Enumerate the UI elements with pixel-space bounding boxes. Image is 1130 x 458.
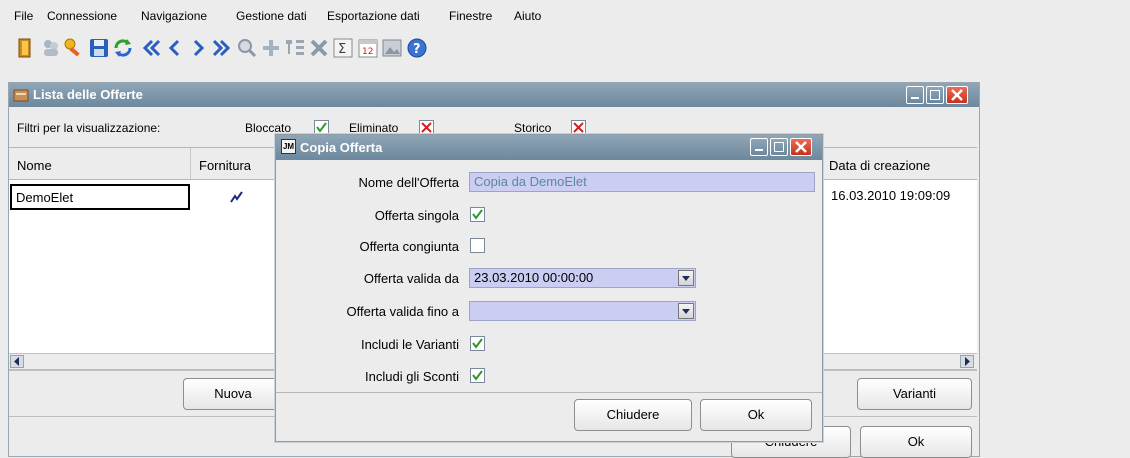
svg-text:?: ? [413,42,421,57]
column-header-nome[interactable]: Nome [9,148,191,180]
ok-button[interactable]: Ok [860,426,972,458]
last-icon[interactable] [210,37,232,59]
filter-eliminato-checkbox[interactable] [419,120,434,135]
calendar-icon[interactable]: 12 [357,37,379,59]
includi-varianti-label: Includi le Varianti [360,337,459,352]
image-icon[interactable] [381,37,403,59]
minimize-button[interactable] [906,86,924,104]
copy-offer-dialog: JM Copia Offerta Nome dell'Offerta Copia… [275,134,823,442]
close-button[interactable] [946,86,968,104]
filter-storico-label: Storico [514,121,552,135]
menu-file[interactable]: File [14,9,33,23]
save-icon[interactable] [88,37,110,59]
offers-list-title: Lista delle Offerte [33,87,143,102]
scroll-left-button[interactable] [10,355,24,368]
cell-nome: DemoElet [16,190,74,205]
offers-window-icon [13,89,29,102]
app-logo-icon: JM [281,139,296,154]
filters-label: Filtri per la visualizzazione: [17,121,161,135]
nome-offerta-input[interactable]: Copia da DemoElet [469,172,815,192]
maximize-button[interactable] [770,138,788,156]
first-icon[interactable] [141,37,163,59]
copy-offer-title: Copia Offerta [300,140,383,155]
menu-bar: File Connessione Navigazione Gestione da… [0,0,1130,31]
key-icon[interactable] [63,37,85,59]
menu-finestre[interactable]: Finestre [449,9,492,23]
search-icon[interactable] [236,37,258,59]
valida-da-combobox[interactable]: 23.03.2010 00:00:00 [469,268,696,288]
help-icon[interactable]: ? [406,37,428,59]
minimize-button[interactable] [750,138,768,156]
electricity-icon [230,191,243,203]
table-row[interactable]: DemoElet [10,184,190,210]
copy-offer-titlebar[interactable]: JM Copia Offerta [276,135,822,160]
refresh-icon[interactable] [112,37,134,59]
includi-varianti-checkbox[interactable] [470,336,485,351]
offerta-congiunta-label: Offerta congiunta [359,239,460,254]
dialog-chiudere-button[interactable]: Chiudere [574,399,692,431]
includi-sconti-label: Includi gli Sconti [365,369,459,384]
menu-aiuto[interactable]: Aiuto [514,9,541,23]
nuova-button[interactable]: Nuova [183,378,283,410]
menu-navigazione[interactable]: Navigazione [141,9,207,23]
sum-icon[interactable]: Σ [332,37,354,59]
exit-icon[interactable] [14,37,36,59]
offerta-singola-label: Offerta singola [374,208,459,223]
offerta-congiunta-checkbox[interactable] [470,238,485,253]
varianti-button[interactable]: Varianti [857,378,972,410]
menu-connessione[interactable]: Connessione [47,9,117,23]
add-icon[interactable] [260,37,282,59]
delete-icon[interactable] [308,37,330,59]
menu-gestione-dati[interactable]: Gestione dati [236,9,307,23]
filter-bloccato-checkbox[interactable] [314,120,329,135]
valida-fino-label: Offerta valida fino a [346,304,460,319]
chevron-down-icon[interactable] [678,270,694,286]
filter-eliminato-label: Eliminato [349,121,399,135]
filter-bloccato-label: Bloccato [245,121,292,135]
nome-offerta-label: Nome dell'Offerta [358,175,459,190]
close-button[interactable] [790,138,812,156]
valida-da-value: 23.03.2010 00:00:00 [474,270,594,285]
divider [276,392,822,393]
dialog-ok-button[interactable]: Ok [700,399,812,431]
filter-storico-checkbox[interactable] [571,120,586,135]
cell-data-creazione: 16.03.2010 19:09:09 [831,188,951,203]
tree-icon[interactable] [284,37,306,59]
maximize-button[interactable] [926,86,944,104]
chevron-down-icon[interactable] [678,303,694,319]
column-header-data-creazione[interactable]: Data di creazione [821,148,977,180]
scroll-right-button[interactable] [960,355,974,368]
offers-list-titlebar[interactable]: Lista delle Offerte [9,83,979,107]
previous-icon[interactable] [164,37,186,59]
toolbar: Σ 12 ? [0,30,1130,64]
users-icon[interactable] [40,37,62,59]
valida-fino-combobox[interactable] [469,301,696,321]
offerta-singola-checkbox[interactable] [470,207,485,222]
next-icon[interactable] [187,37,209,59]
menu-esportazione-dati[interactable]: Esportazione dati [327,9,420,23]
svg-text:Σ: Σ [338,42,346,57]
calendar-icon-text: 12 [362,47,373,57]
valida-da-label: Offerta valida da [363,271,459,286]
column-header-fornitura[interactable]: Fornitura [191,148,281,180]
includi-sconti-checkbox[interactable] [470,368,485,383]
